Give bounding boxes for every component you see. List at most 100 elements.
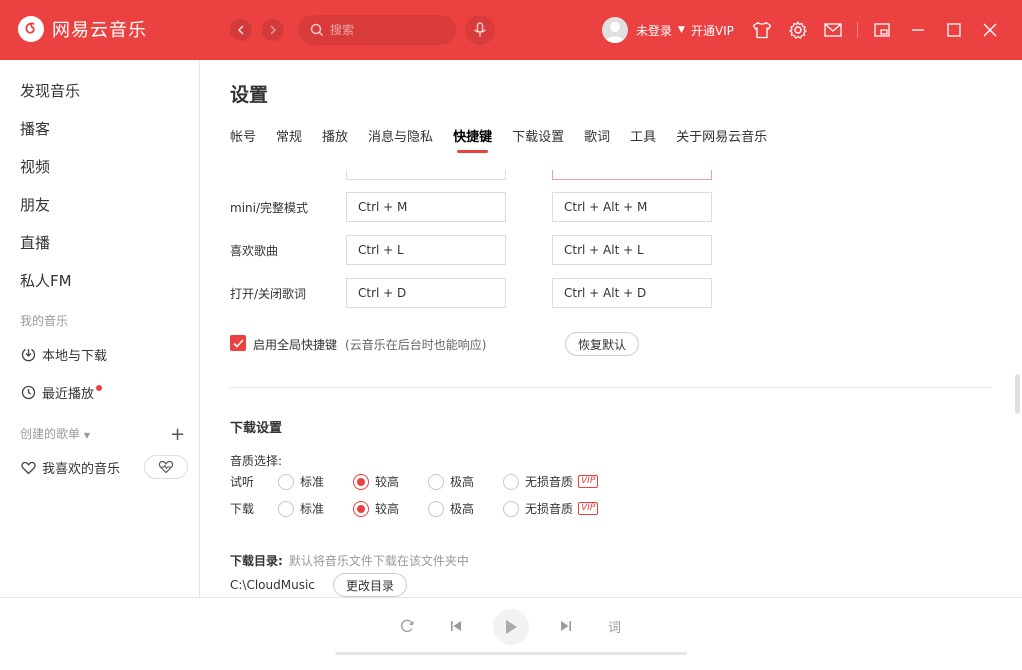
sidebar-item-recent[interactable]: 最近播放 — [20, 383, 103, 402]
heart-mode-button[interactable] — [144, 455, 188, 479]
settings-button[interactable] — [788, 20, 808, 40]
sidebar-item-liked-music[interactable]: 我喜欢的音乐 — [20, 458, 120, 477]
user-area[interactable]: 未登录 ▼ 开通VIP — [602, 17, 734, 43]
player-bar: 词 — [0, 597, 1022, 670]
loop-button[interactable] — [397, 616, 417, 636]
search-box[interactable] — [298, 15, 456, 45]
maximize-button[interactable] — [944, 20, 964, 40]
radio-button[interactable] — [278, 500, 294, 517]
quality-option-higher[interactable]: 较高 — [353, 500, 428, 517]
quality-option-lossless[interactable]: 无损音质 VIP — [503, 500, 613, 517]
forward-button[interactable] — [262, 19, 284, 41]
add-playlist-button[interactable]: + — [170, 424, 185, 445]
avatar[interactable] — [602, 17, 628, 43]
shortcut-field-partial[interactable] — [346, 170, 506, 180]
shortcut-global-field[interactable]: Ctrl + Alt + D — [552, 278, 712, 308]
lyric-button[interactable]: 词 — [608, 617, 621, 636]
app-window: 网易云音乐 未登录 ▼ 开通VIP — [0, 0, 1022, 670]
tab-general[interactable]: 常规 — [276, 126, 302, 153]
quality-option-extreme[interactable]: 极高 — [428, 500, 503, 517]
header-divider — [857, 22, 858, 38]
sidebar-item-friends[interactable]: 朋友 — [20, 194, 50, 215]
voice-search-button[interactable] — [465, 15, 495, 45]
login-link[interactable]: 未登录 — [636, 22, 672, 39]
back-button[interactable] — [230, 19, 252, 41]
close-icon — [983, 23, 997, 37]
shortcut-row: 喜欢歌曲 Ctrl + L Ctrl + Alt + L — [230, 235, 712, 265]
restore-default-button[interactable]: 恢复默认 — [565, 332, 640, 356]
mini-mode-button[interactable] — [872, 20, 892, 40]
shortcut-global-field[interactable]: Ctrl + Alt + M — [552, 192, 712, 222]
tab-about[interactable]: 关于网易云音乐 — [676, 126, 767, 153]
shortcut-local-field[interactable]: Ctrl + D — [346, 278, 506, 308]
shortcut-row: 打开/关闭歌词 Ctrl + D Ctrl + Alt + D — [230, 278, 712, 308]
radio-button[interactable] — [503, 500, 519, 517]
sidebar-item-discover[interactable]: 发现音乐 — [20, 80, 80, 101]
created-playlists-header[interactable]: 创建的歌单 ▼ — [20, 425, 90, 442]
option-label: 极高 — [450, 502, 475, 516]
mail-icon — [824, 23, 842, 37]
radio-button-selected[interactable] — [353, 500, 369, 517]
message-button[interactable] — [823, 20, 843, 40]
quality-option-standard[interactable]: 标准 — [278, 473, 353, 490]
next-button[interactable] — [556, 616, 576, 636]
app-logo[interactable]: 网易云音乐 — [18, 16, 147, 42]
previous-button[interactable] — [446, 616, 466, 636]
radio-button[interactable] — [278, 473, 294, 490]
option-label: 极高 — [450, 475, 475, 489]
progress-bar[interactable] — [335, 652, 687, 655]
tab-tools[interactable]: 工具 — [630, 126, 656, 153]
radio-button[interactable] — [428, 473, 444, 490]
play-button[interactable] — [493, 609, 529, 645]
quality-option-higher[interactable]: 较高 — [353, 473, 428, 490]
radio-button-selected[interactable] — [353, 473, 369, 490]
global-shortcut-label[interactable]: 启用全局快捷键 (云音乐在后台时也能响应) — [253, 336, 486, 353]
shortcut-global-field[interactable]: Ctrl + Alt + L — [552, 235, 712, 265]
tab-privacy[interactable]: 消息与隐私 — [368, 126, 433, 153]
title-bar: 网易云音乐 未登录 ▼ 开通VIP — [0, 0, 1022, 60]
radio-button[interactable] — [503, 473, 519, 490]
shortcut-field-partial[interactable] — [552, 170, 712, 180]
sidebar-item-video[interactable]: 视频 — [20, 156, 50, 177]
tab-download[interactable]: 下载设置 — [512, 126, 564, 153]
option-label: 较高 — [375, 475, 400, 489]
quality-option-lossless[interactable]: 无损音质 VIP — [503, 473, 613, 490]
quality-row-download: 下载 标准 较高 极高 无损音质 VIP — [230, 500, 613, 517]
sidebar-item-live[interactable]: 直播 — [20, 232, 50, 253]
heart-icon — [20, 460, 36, 476]
back-icon — [238, 25, 244, 35]
download-dir-row: 下载目录: 默认将音乐文件下载在该文件夹中 — [230, 552, 469, 569]
play-icon — [506, 620, 517, 634]
search-input[interactable] — [330, 23, 440, 37]
quality-option-standard[interactable]: 标准 — [278, 500, 353, 517]
sidebar-item-podcast[interactable]: 播客 — [20, 118, 50, 139]
sidebar-item-personal-fm[interactable]: 私人FM — [20, 270, 72, 291]
checkbox-text: 启用全局快捷键 — [253, 338, 338, 352]
previous-icon — [451, 621, 461, 631]
global-shortcut-checkbox[interactable] — [230, 335, 246, 351]
vip-link[interactable]: 开通VIP — [691, 22, 734, 39]
shirt-icon — [752, 21, 772, 39]
tab-shortcuts[interactable]: 快捷键 — [453, 126, 492, 153]
page-title: 设置 — [230, 84, 269, 106]
tab-playback[interactable]: 播放 — [322, 126, 348, 153]
tab-lyrics[interactable]: 歌词 — [584, 126, 610, 153]
app-title: 网易云音乐 — [52, 20, 147, 41]
radio-button[interactable] — [428, 500, 444, 517]
close-button[interactable] — [980, 20, 1000, 40]
quality-option-extreme[interactable]: 极高 — [428, 473, 503, 490]
shortcut-local-field[interactable]: Ctrl + M — [346, 192, 506, 222]
tab-account[interactable]: 帐号 — [230, 126, 256, 153]
change-dir-button[interactable]: 更改目录 — [333, 573, 408, 597]
section-divider — [230, 387, 992, 388]
caret-down-icon: ▼ — [83, 431, 90, 440]
sidebar-item-local-download[interactable]: 本地与下载 — [20, 345, 107, 364]
caret-down-icon[interactable]: ▼ — [678, 25, 685, 35]
my-music-header: 我的音乐 — [20, 314, 69, 328]
minimize-button[interactable] — [908, 20, 928, 40]
mini-mode-icon — [874, 23, 890, 37]
shortcut-local-field[interactable]: Ctrl + L — [346, 235, 506, 265]
skin-button[interactable] — [752, 20, 772, 40]
heartbeat-icon — [158, 460, 174, 474]
scrollbar-thumb[interactable] — [1015, 374, 1020, 414]
